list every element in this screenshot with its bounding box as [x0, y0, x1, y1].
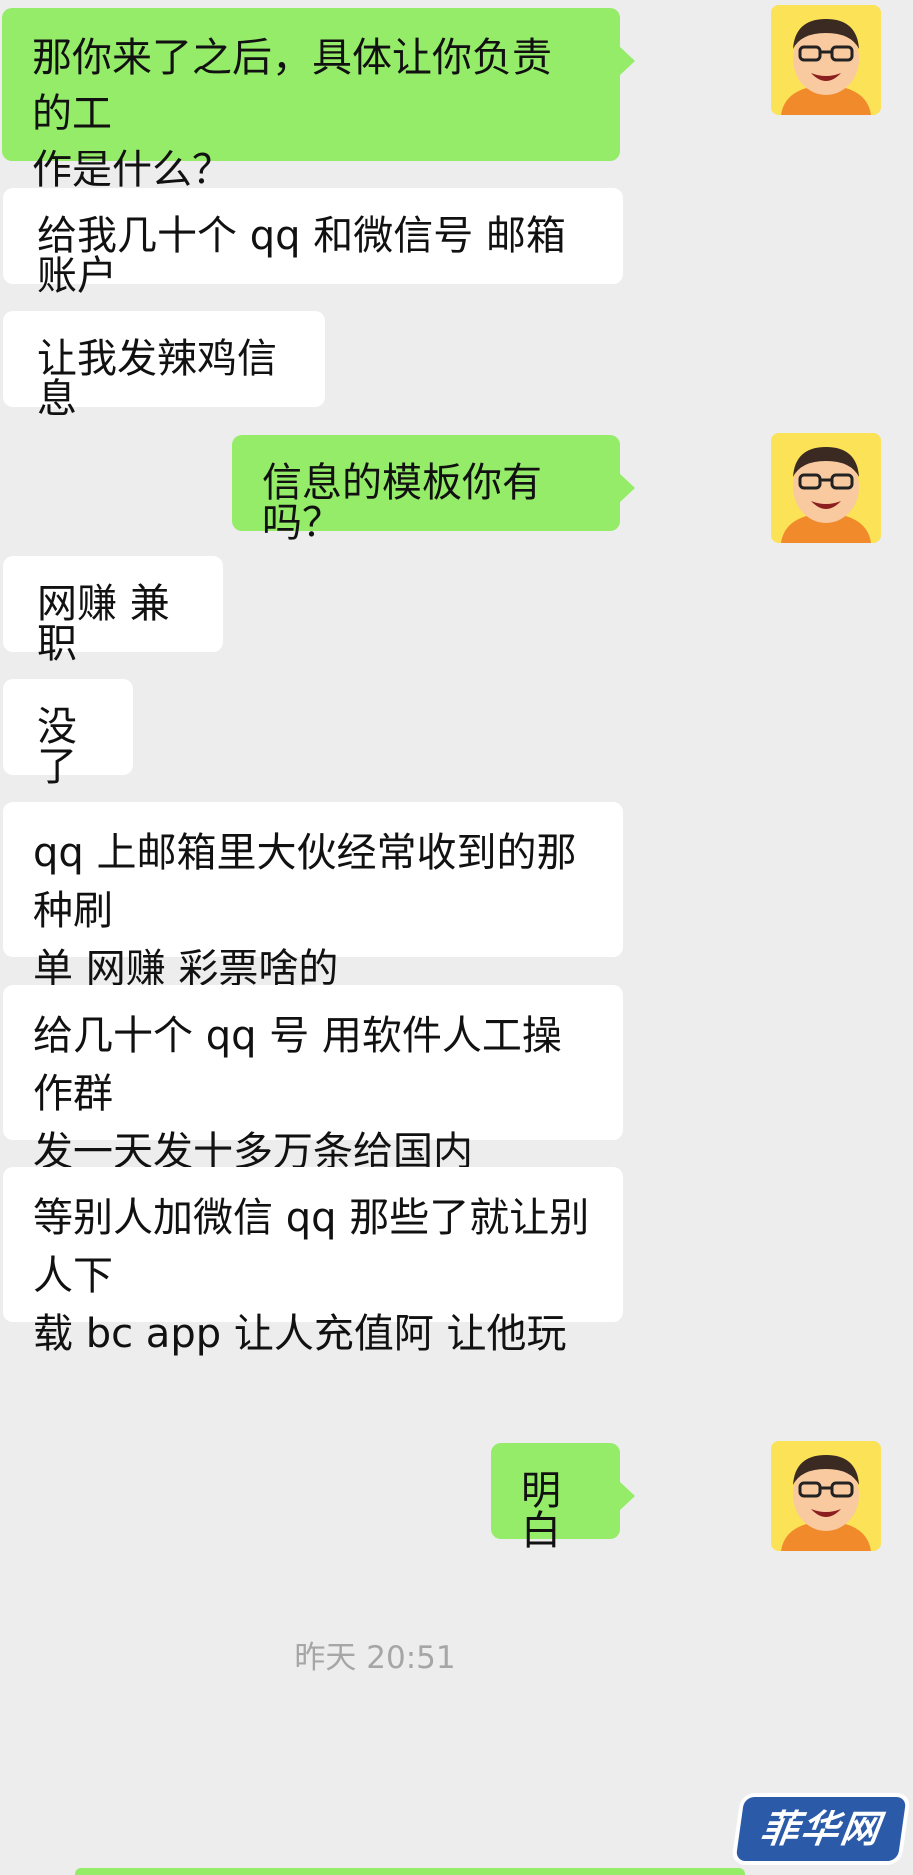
watermark-logo: 菲华网	[735, 1797, 907, 1861]
cartoon-man-avatar-icon	[771, 5, 881, 115]
message-bubble-incoming[interactable]: 给几十个 qq 号 用软件人工操作群 发一天发十多万条给国内	[3, 985, 623, 1175]
message-bubble-outgoing-partial	[75, 1868, 745, 1875]
cartoon-man-avatar-icon	[771, 1441, 881, 1551]
message-bubble-incoming[interactable]: 网赚 兼职	[3, 556, 223, 664]
avatar[interactable]	[771, 5, 881, 115]
message-bubble-incoming[interactable]: qq 上邮箱里大伙经常收到的那种刷 单 网赚 彩票啥的	[3, 802, 623, 992]
avatar[interactable]	[771, 1441, 881, 1551]
message-bubble-outgoing[interactable]: 信息的模板你有吗？	[232, 435, 635, 543]
message-bubble-incoming[interactable]: 给我几十个 qq 和微信号 邮箱账户	[3, 188, 623, 296]
message-bubble-outgoing[interactable]: 那你来了之后，具体让你负责的工 作是什么？	[2, 8, 635, 193]
message-bubble-outgoing[interactable]: 明白	[491, 1443, 635, 1551]
message-bubble-incoming[interactable]: 没了	[3, 679, 133, 787]
message-timestamp: 昨天 20:51	[294, 1640, 456, 1676]
avatar[interactable]	[771, 433, 881, 543]
cartoon-man-avatar-icon	[771, 433, 881, 543]
message-bubble-incoming[interactable]: 让我发辣鸡信息	[3, 311, 325, 419]
message-bubble-incoming[interactable]: 等别人加微信 qq 那些了就让别人下 载 bc app 让人充值阿 让他玩	[3, 1167, 623, 1357]
